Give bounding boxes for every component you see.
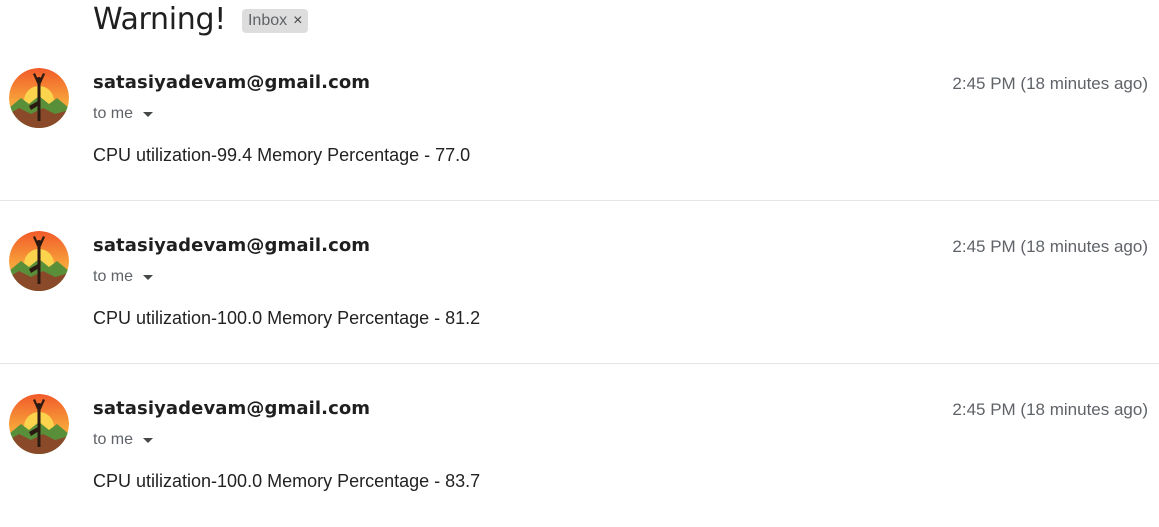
- message-item[interactable]: satasiyadevam@gmail.com 2:45 PM (18 minu…: [0, 364, 1159, 527]
- yoga-avatar-icon: [9, 231, 69, 291]
- sender-email[interactable]: satasiyadevam@gmail.com: [93, 235, 370, 256]
- message-item[interactable]: satasiyadevam@gmail.com 2:45 PM (18 minu…: [0, 38, 1159, 201]
- message-body: CPU utilization-99.4 Memory Percentage -…: [93, 145, 471, 165]
- recipient-label: to me: [93, 268, 134, 285]
- avatar[interactable]: [9, 394, 69, 454]
- yoga-avatar-icon: [9, 68, 69, 128]
- recipient-label: to me: [93, 105, 134, 122]
- thread-subject: Warning!: [93, 2, 226, 37]
- avatar[interactable]: [9, 68, 69, 128]
- inbox-label-chip[interactable]: Inbox ×: [241, 9, 309, 33]
- message-body: CPU utilization-100.0 Memory Percentage …: [93, 308, 481, 328]
- message-time: 2:45 PM (18 minutes ago): [952, 74, 1148, 93]
- sender-email[interactable]: satasiyadevam@gmail.com: [93, 398, 370, 419]
- message-body: CPU utilization-100.0 Memory Percentage …: [93, 471, 481, 491]
- avatar[interactable]: [9, 231, 69, 291]
- recipient-label: to me: [93, 431, 134, 448]
- recipient-toggle[interactable]: to me: [93, 105, 154, 123]
- recipient-toggle[interactable]: to me: [93, 431, 154, 449]
- yoga-avatar-icon: [9, 394, 69, 454]
- caret-down-icon[interactable]: [143, 274, 154, 280]
- thread-header: Warning! Inbox ×: [93, 0, 309, 40]
- message-item[interactable]: satasiyadevam@gmail.com 2:45 PM (18 minu…: [0, 201, 1159, 364]
- sender-email[interactable]: satasiyadevam@gmail.com: [93, 72, 370, 93]
- message-time: 2:45 PM (18 minutes ago): [952, 400, 1148, 419]
- label-chip-text: Inbox: [247, 12, 288, 29]
- recipient-toggle[interactable]: to me: [93, 268, 154, 286]
- close-icon[interactable]: ×: [293, 13, 302, 29]
- caret-down-icon[interactable]: [143, 111, 154, 117]
- message-time: 2:45 PM (18 minutes ago): [952, 237, 1148, 256]
- caret-down-icon[interactable]: [143, 437, 154, 443]
